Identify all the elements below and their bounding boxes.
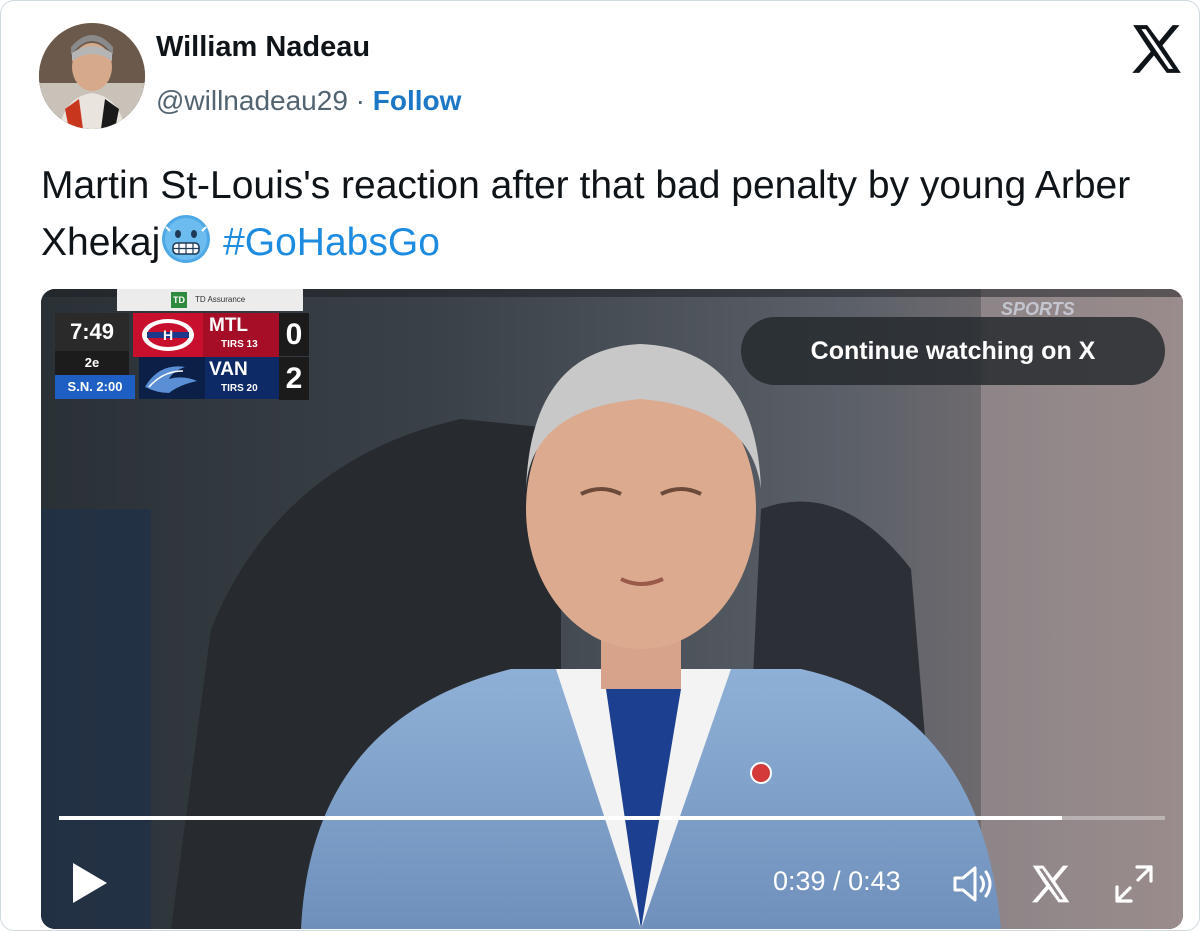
fullscreen-icon[interactable] [1113, 863, 1155, 905]
scoreboard: 7:49 2e S.N. 2:00 H MTL TIRS 13 0 VAN TI… [55, 313, 309, 400]
power-play-timer: S.N. 2:00 [55, 375, 135, 399]
svg-text:H: H [163, 327, 173, 343]
volume-icon[interactable] [951, 863, 997, 905]
away-team-shots: TIRS 20 [221, 383, 258, 394]
author-name[interactable]: William Nadeau [156, 31, 370, 64]
x-logo-icon[interactable] [1131, 25, 1183, 73]
avatar-photo [39, 23, 145, 129]
home-team-score: 0 [279, 313, 309, 356]
home-team-abbr: MTL [209, 315, 249, 336]
cold-face-emoji-icon [160, 213, 212, 265]
home-team-box: MTL TIRS 13 [203, 313, 279, 357]
away-team-box: VAN TIRS 20 [205, 357, 279, 399]
tweet-text: Martin St-Louis's reaction after that ba… [41, 159, 1181, 270]
away-team-score: 2 [279, 357, 309, 400]
play-icon[interactable] [69, 861, 109, 905]
home-team-shots: TIRS 13 [221, 339, 258, 350]
video-progress-fill [59, 816, 1063, 820]
video-time-readout: 0:39 / 0:43 [773, 866, 901, 897]
x-logo-icon[interactable] [1031, 865, 1071, 903]
time-separator: / [825, 866, 849, 896]
canadiens-logo-icon: H [133, 313, 203, 357]
follow-button[interactable]: Follow [373, 85, 462, 116]
hashtag-link[interactable]: #GoHabsGo [223, 221, 440, 264]
tweet-card: William Nadeau @willnadeau29 · Follow Ma… [0, 0, 1200, 931]
td-logo: TD [171, 292, 187, 308]
current-time: 0:39 [773, 866, 826, 896]
video-progress-bar[interactable] [59, 816, 1165, 820]
author-avatar[interactable] [39, 23, 145, 129]
continue-watching-button[interactable]: Continue watching on X [741, 317, 1165, 385]
game-period: 2e [55, 351, 129, 375]
canucks-logo-icon [139, 357, 205, 399]
sponsor-banner: TD TD Assurance [117, 289, 303, 311]
author-handle-row: @willnadeau29 · Follow [156, 85, 461, 117]
away-team-abbr: VAN [209, 359, 248, 380]
video-player[interactable]: TD TD Assurance 7:49 2e S.N. 2:00 H MTL … [41, 289, 1183, 929]
game-clock: 7:49 [55, 313, 129, 351]
author-handle[interactable]: @willnadeau29 [156, 85, 348, 116]
video-duration: 0:43 [848, 866, 901, 896]
sponsor-text: TD Assurance [195, 295, 246, 304]
handle-separator: · [355, 85, 365, 116]
